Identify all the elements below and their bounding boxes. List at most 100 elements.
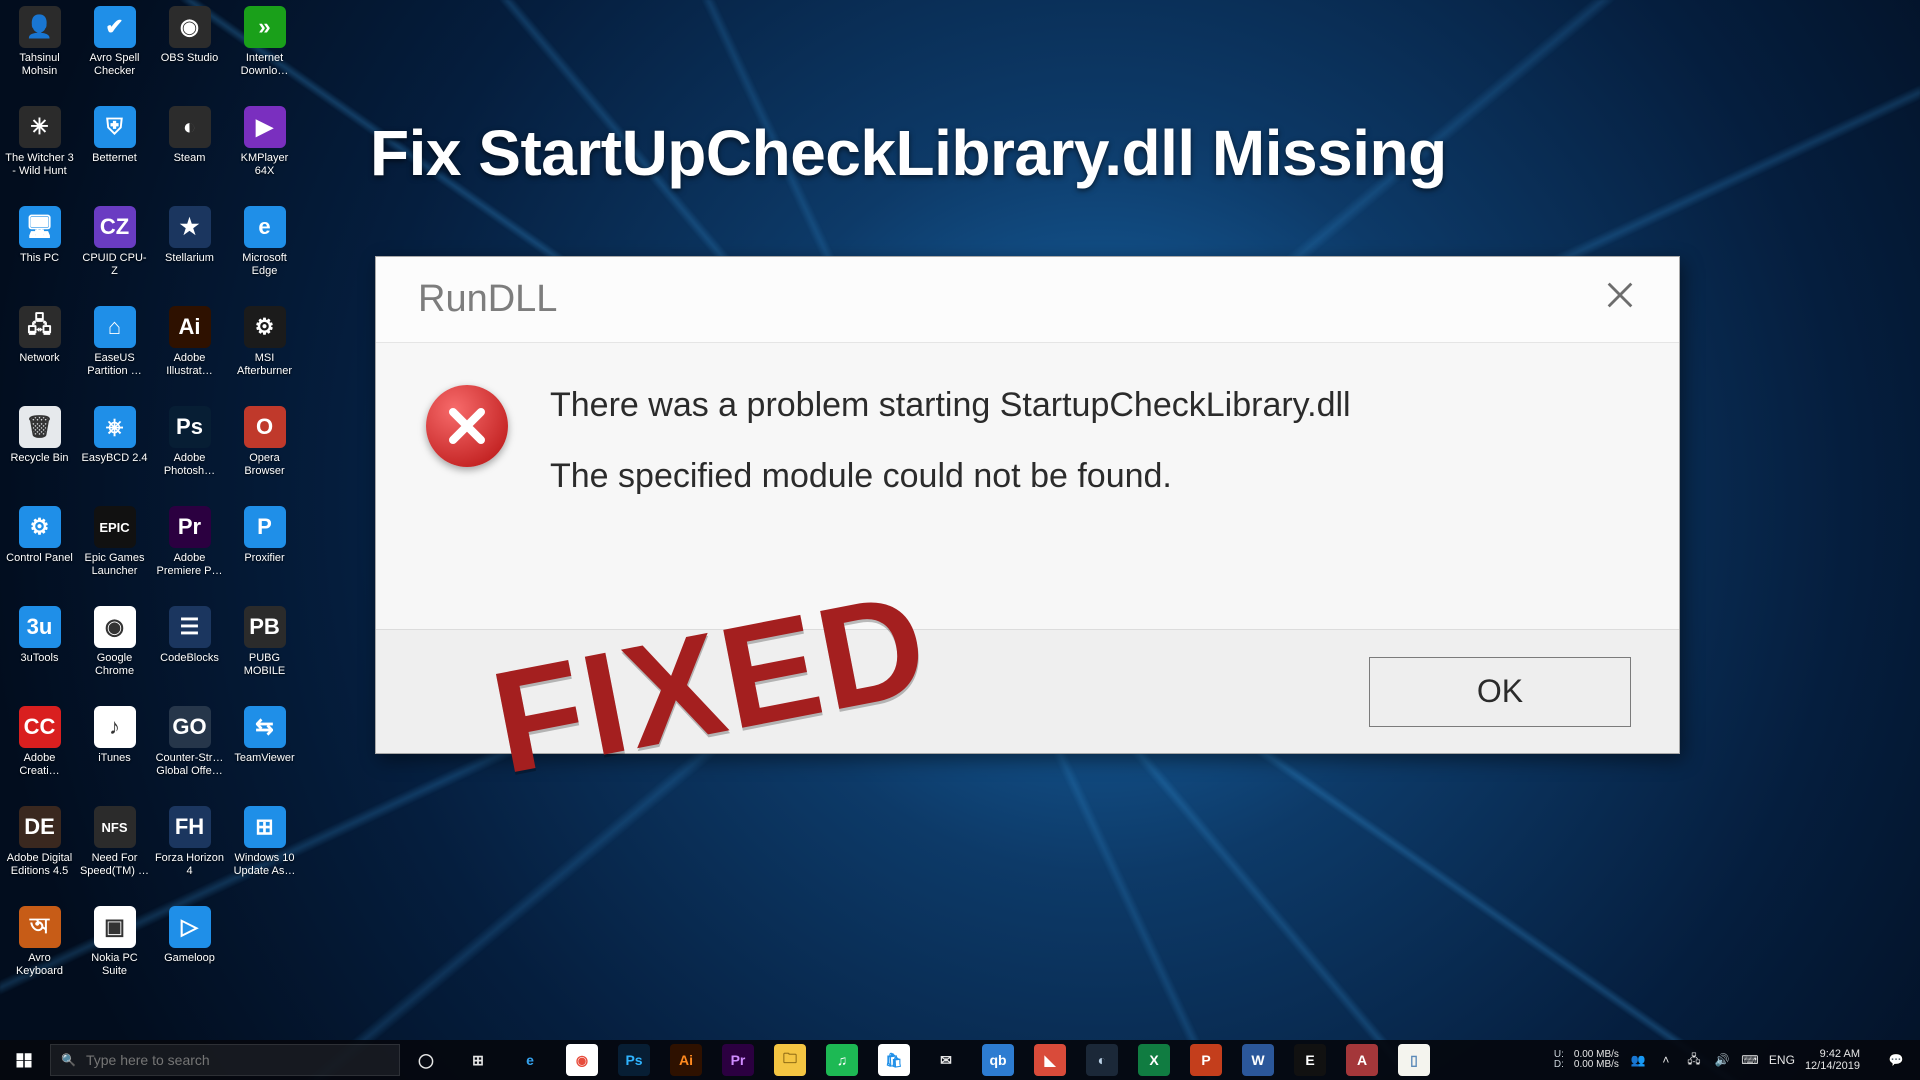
- search-input[interactable]: [86, 1052, 389, 1068]
- powerpoint-icon[interactable]: P: [1180, 1040, 1232, 1080]
- start-button[interactable]: [0, 1040, 48, 1080]
- desktop-icon[interactable]: অAvro Keyboard: [2, 902, 77, 1002]
- desktop-icon[interactable]: 🗑Recycle Bin: [2, 402, 77, 502]
- desktop-icon-label: Recycle Bin: [5, 452, 75, 465]
- pinned-app-icon: ✉: [930, 1044, 962, 1076]
- illustrator-icon[interactable]: Ai: [660, 1040, 712, 1080]
- desktop-icon-label: This PC: [5, 252, 75, 265]
- ok-button[interactable]: OK: [1369, 657, 1631, 727]
- mail-icon[interactable]: ✉: [920, 1040, 972, 1080]
- desktop-icon[interactable]: ⛨Betternet: [77, 102, 152, 202]
- desktop-icon[interactable]: ◉Google Chrome: [77, 602, 152, 702]
- desktop-icon[interactable]: CZCPUID CPU-Z: [77, 202, 152, 302]
- desktop-icon[interactable]: ⚙Control Panel: [2, 502, 77, 602]
- dialog-message: There was a problem starting StartupChec…: [550, 385, 1351, 497]
- desktop-icon[interactable]: 🖥 This PC: [2, 202, 77, 302]
- pinned-app-icon: Ps: [618, 1044, 650, 1076]
- store-icon[interactable]: 🛍: [868, 1040, 920, 1080]
- network-stats: U:0.00 MB/s D:0.00 MB/s: [1554, 1050, 1619, 1070]
- task-view-icon[interactable]: ⊞: [452, 1040, 504, 1080]
- desktop-icon[interactable]: ⇆TeamViewer: [227, 702, 302, 802]
- excel-icon[interactable]: X: [1128, 1040, 1180, 1080]
- app-icon: FH: [169, 806, 211, 848]
- desktop-icon[interactable]: 3u3uTools: [2, 602, 77, 702]
- desktop-icon[interactable]: ▷Gameloop: [152, 902, 227, 1002]
- notepad-icon[interactable]: ▯: [1388, 1040, 1440, 1080]
- photoshop-icon[interactable]: Ps: [608, 1040, 660, 1080]
- network-icon[interactable]: 🖧: [1685, 1051, 1703, 1069]
- desktop-icon[interactable]: ☰CodeBlocks: [152, 602, 227, 702]
- desktop-icon-label: CPUID CPU-Z: [80, 252, 150, 277]
- desktop-icon[interactable]: ▶KMPlayer 64X: [227, 102, 302, 202]
- desktop-icon[interactable]: ♪iTunes: [77, 702, 152, 802]
- language-indicator[interactable]: ENG: [1769, 1053, 1795, 1067]
- people-icon[interactable]: 👥: [1629, 1051, 1647, 1069]
- file-explorer-icon[interactable]: 🗀: [764, 1040, 816, 1080]
- app-icon: ▶: [244, 106, 286, 148]
- volume-icon[interactable]: 🔊: [1713, 1051, 1731, 1069]
- access-icon[interactable]: A: [1336, 1040, 1388, 1080]
- desktop-icon[interactable]: PsAdobe Photosh…: [152, 402, 227, 502]
- cortana-icon[interactable]: ◯: [400, 1040, 452, 1080]
- desktop-icon[interactable]: ⊞Windows 10 Update As…: [227, 802, 302, 902]
- app-icon: ◉: [169, 6, 211, 48]
- desktop-icon-label: Counter-Str… Global Offe…: [155, 752, 225, 777]
- desktop-icon[interactable]: 🖧Network: [2, 302, 77, 402]
- desktop-icon[interactable]: ⌂EaseUS Partition …: [77, 302, 152, 402]
- desktop-icon[interactable]: CCAdobe Creati…: [2, 702, 77, 802]
- desktop-icon[interactable]: ◐Steam: [152, 102, 227, 202]
- desktop-icon-label: Adobe Premiere P…: [155, 552, 225, 577]
- desktop-icon[interactable]: ◉OBS Studio: [152, 2, 227, 102]
- tray-chevron-icon[interactable]: ˄: [1657, 1051, 1675, 1069]
- taskbar: 🔍 ◯⊞ e ◉ Ps AiPr🗀♫🛍 ✉ qb ◣ ◐ XPWEA▯ U:0.00 MB/s D…: [0, 1040, 1920, 1080]
- desktop-icon-label: Google Chrome: [80, 652, 150, 677]
- desktop-icon-label: Network: [5, 352, 75, 365]
- desktop-icon[interactable]: ✔Avro Spell Checker: [77, 2, 152, 102]
- premiere-icon[interactable]: Pr: [712, 1040, 764, 1080]
- desktop-icon[interactable]: 👤Tahsinul Mohsin: [2, 2, 77, 102]
- app-icon: »: [244, 6, 286, 48]
- desktop-icon-label: Control Panel: [5, 552, 75, 565]
- desktop-icon[interactable]: EPICEpic Games Launcher: [77, 502, 152, 602]
- desktop-icon[interactable]: ⎈EasyBCD 2.4: [77, 402, 152, 502]
- app-icon: 🖥: [19, 206, 61, 248]
- action-center-icon[interactable]: 💬: [1876, 1040, 1916, 1080]
- desktop-icon[interactable]: PBPUBG MOBILE: [227, 602, 302, 702]
- desktop-icon[interactable]: DEAdobe Digital Editions 4.5: [2, 802, 77, 902]
- close-icon[interactable]: [1591, 272, 1649, 328]
- desktop-icon[interactable]: PrAdobe Premiere P…: [152, 502, 227, 602]
- word-icon[interactable]: W: [1232, 1040, 1284, 1080]
- spotify-icon[interactable]: ♫: [816, 1040, 868, 1080]
- chrome-icon[interactable]: ◉: [556, 1040, 608, 1080]
- epic-icon[interactable]: E: [1284, 1040, 1336, 1080]
- pinned-app-icon: E: [1294, 1044, 1326, 1076]
- desktop-icon[interactable]: PProxifier: [227, 502, 302, 602]
- dialog-message-line2: The specified module could not be found.: [550, 456, 1351, 497]
- desktop-icon[interactable]: ▣Nokia PC Suite: [77, 902, 152, 1002]
- app-icon: ⎈: [94, 406, 136, 448]
- clock[interactable]: 9:42 AM 12/14/2019: [1805, 1048, 1866, 1072]
- desktop-icon[interactable]: eMicrosoft Edge: [227, 202, 302, 302]
- desktop-icon[interactable]: FHForza Horizon 4: [152, 802, 227, 902]
- pinned-app-icon: ◐: [1086, 1044, 1118, 1076]
- desktop-icon[interactable]: AiAdobe Illustrat…: [152, 302, 227, 402]
- desktop-icon[interactable]: ✳The Witcher 3 - Wild Hunt: [2, 102, 77, 202]
- edge-icon[interactable]: e: [504, 1040, 556, 1080]
- desktop-icon[interactable]: NFS Need For Speed(TM) …: [77, 802, 152, 902]
- app-icon: NFS: [94, 806, 136, 848]
- desktop-icon-label: Need For Speed(TM) …: [80, 852, 150, 877]
- search-box[interactable]: 🔍: [50, 1044, 400, 1076]
- desktop-icon[interactable]: ★Stellarium: [152, 202, 227, 302]
- desktop-icon[interactable]: »Internet Downlo…: [227, 2, 302, 102]
- pinned-app-icon: e: [514, 1044, 546, 1076]
- todoist-icon[interactable]: ◣: [1024, 1040, 1076, 1080]
- desktop-icon[interactable]: ⚙MSI Afterburner: [227, 302, 302, 402]
- steam-icon[interactable]: ◐: [1076, 1040, 1128, 1080]
- desktop-icon-label: Windows 10 Update As…: [230, 852, 300, 877]
- app-icon: GO: [169, 706, 211, 748]
- keyboard-icon[interactable]: ⌨: [1741, 1051, 1759, 1069]
- desktop-icon[interactable]: GO Counter-Str… Global Offe…: [152, 702, 227, 802]
- desktop-icon[interactable]: OOpera Browser: [227, 402, 302, 502]
- qbittorrent-icon[interactable]: qb: [972, 1040, 1024, 1080]
- pinned-app-icon: ◣: [1034, 1044, 1066, 1076]
